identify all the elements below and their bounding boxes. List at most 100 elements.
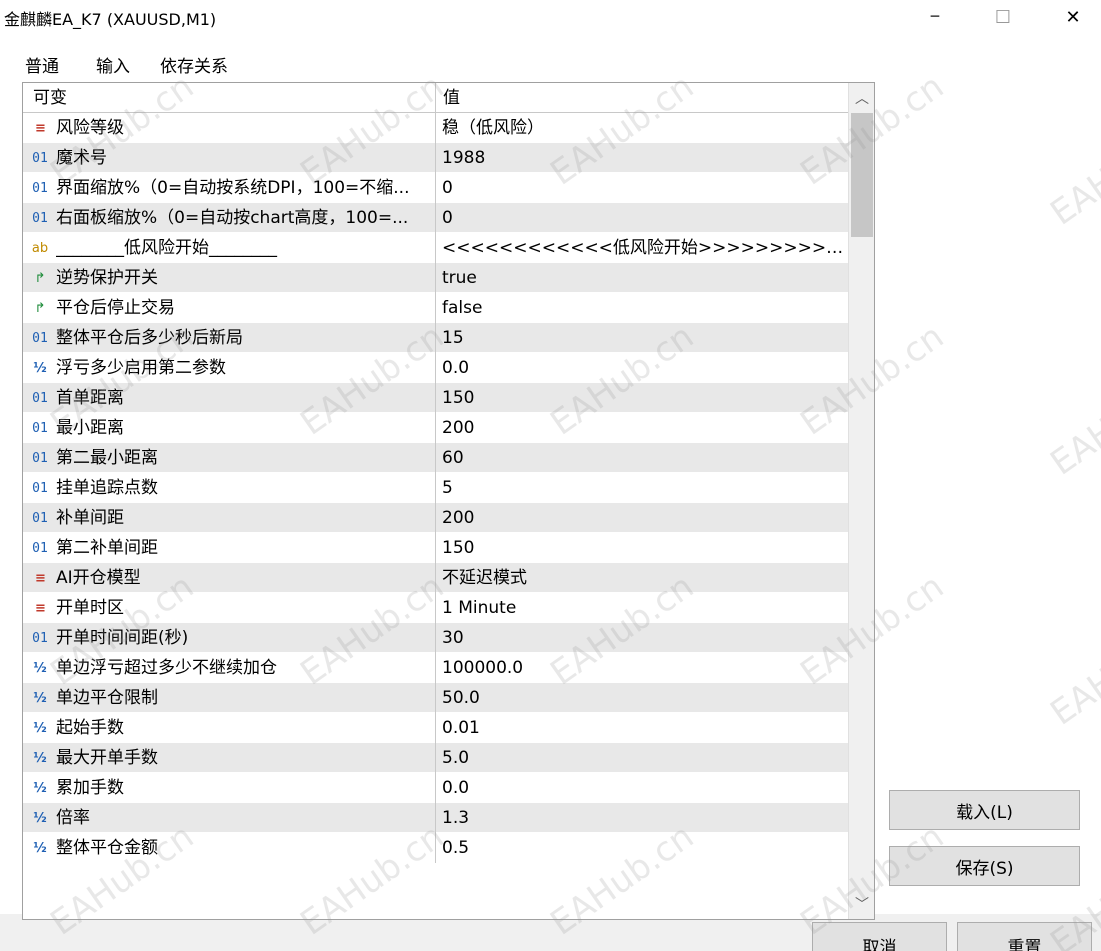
table-row[interactable]: ½ 倍率 1.3 [23,803,848,833]
parameter-value[interactable]: 150 [435,383,848,413]
table-row[interactable]: ≡ AI开仓模型 不延迟模式 [23,563,848,593]
tab-dependencies[interactable]: 依存关系 [160,52,228,77]
parameter-name: 界面缩放%（0=自动按系统DPI，100=不缩... [56,178,410,198]
parameter-name: 首单距离 [56,388,124,408]
tab-general[interactable]: 普通 [25,52,59,77]
parameter-value[interactable]: 0.5 [435,833,848,863]
table-row[interactable]: ≡ 风险等级 稳（低风险） [23,113,848,143]
table-row[interactable]: ↱ 逆势保护开关 true [23,263,848,293]
table-row[interactable]: 01 挂单追踪点数 5 [23,473,848,503]
double-icon: ½ [33,360,47,376]
double-icon: ½ [33,660,47,676]
table-row[interactable]: 01 最小距离 200 [23,413,848,443]
parameter-value[interactable]: 0.0 [435,773,848,803]
enum-icon: ≡ [35,120,46,136]
parameter-value[interactable]: 100000.0 [435,653,848,683]
parameter-name: 最大开单手数 [56,748,158,768]
table-row[interactable]: 01 第二补单间距 150 [23,533,848,563]
parameter-value[interactable]: 稳（低风险） [435,113,848,143]
parameter-value[interactable]: 0 [435,173,848,203]
parameter-value[interactable]: 150 [435,533,848,563]
table-row[interactable]: ½ 浮亏多少启用第二参数 0.0 [23,353,848,383]
maximize-button[interactable]: ☐ [980,0,1026,34]
parameter-value[interactable]: 0.0 [435,353,848,383]
maximize-icon: ☐ [994,6,1012,28]
cancel-button[interactable]: 取消 [812,922,947,951]
table-row[interactable]: ab ________低风险开始________ <<<<<<<<<<<<低风险开始… [23,233,848,263]
parameter-value[interactable]: 0 [435,203,848,233]
table-row[interactable]: 01 开单时间间距(秒) 30 [23,623,848,653]
parameter-name: 魔术号 [56,148,107,168]
scrollbar-thumb[interactable] [851,113,873,237]
boolean-icon: ↱ [34,270,46,286]
integer-icon: 01 [32,420,48,436]
save-button[interactable]: 保存(S) [889,846,1080,886]
double-icon: ½ [33,720,47,736]
column-header-variable[interactable]: 可变 [23,83,435,113]
table-row[interactable]: ½ 单边浮亏超过多少不继续加仓 100000.0 [23,653,848,683]
window-title: 金麒麟EA_K7 (XAUUSD,M1) [4,10,217,29]
minimize-button[interactable]: ─ [912,0,958,34]
parameter-value[interactable]: 5.0 [435,743,848,773]
parameter-value[interactable]: 5 [435,473,848,503]
string-icon: ab [31,240,49,256]
parameter-value[interactable]: 200 [435,503,848,533]
title-bar: 金麒麟EA_K7 (XAUUSD,M1) ─ ☐ ✕ [0,0,1101,34]
dialog-body: 普通 输入 依存关系 可变 值 ≡ 风险等级 稳（低风险） 01 魔术号 1988 01 界面… [0,34,1101,951]
table-row[interactable]: 01 整体平仓后多少秒后新局 15 [23,323,848,353]
integer-icon: 01 [32,510,48,526]
table-row[interactable]: ½ 整体平仓金额 0.5 [23,833,848,863]
parameter-value[interactable]: 1 Minute [435,593,848,623]
parameter-name: 倍率 [56,808,90,828]
parameter-value[interactable]: 1988 [435,143,848,173]
scroll-up-icon[interactable]: ︿ [849,83,874,113]
enum-icon: ≡ [35,570,46,586]
parameter-value[interactable]: <<<<<<<<<<<<低风险开始>>>>>>>>>>>>... [435,233,848,263]
parameter-value[interactable]: false [435,293,848,323]
reset-button[interactable]: 重置 [957,922,1092,951]
table-row[interactable]: 01 界面缩放%（0=自动按系统DPI，100=不缩... 0 [23,173,848,203]
parameter-name: 右面板缩放%（0=自动按chart高度，100=... [56,208,409,228]
parameter-value[interactable]: 200 [435,413,848,443]
parameter-value[interactable]: 15 [435,323,848,353]
parameter-value[interactable]: 0.01 [435,713,848,743]
table-row[interactable]: ½ 起始手数 0.01 [23,713,848,743]
parameter-name: 逆势保护开关 [56,268,158,288]
table-row[interactable]: 01 补单间距 200 [23,503,848,533]
integer-icon: 01 [32,450,48,466]
table-row[interactable]: ↱ 平仓后停止交易 false [23,293,848,323]
scroll-down-icon[interactable]: ﹀ [849,889,874,919]
parameter-value[interactable]: 60 [435,443,848,473]
double-icon: ½ [33,780,47,796]
integer-icon: 01 [32,330,48,346]
parameter-value[interactable]: true [435,263,848,293]
tab-inputs[interactable]: 输入 [96,52,130,77]
load-button[interactable]: 载入(L) [889,790,1080,830]
table-row[interactable]: ½ 累加手数 0.0 [23,773,848,803]
table-row[interactable]: 01 第二最小距离 60 [23,443,848,473]
parameter-value[interactable]: 50.0 [435,683,848,713]
parameter-value[interactable]: 不延迟模式 [435,563,848,593]
table-row[interactable]: ≡ 开单时区 1 Minute [23,593,848,623]
table-row[interactable]: 01 魔术号 1988 [23,143,848,173]
double-icon: ½ [33,840,47,856]
table-row[interactable]: 01 首单距离 150 [23,383,848,413]
parameter-name: 第二补单间距 [56,538,158,558]
minimize-icon: ─ [930,9,940,25]
double-icon: ½ [33,690,47,706]
table-row[interactable]: ½ 最大开单手数 5.0 [23,743,848,773]
parameter-name: 开单时区 [56,598,124,618]
parameter-name: 补单间距 [56,508,124,528]
parameter-name: 单边平仓限制 [56,688,158,708]
close-button[interactable]: ✕ [1050,0,1096,34]
integer-icon: 01 [32,480,48,496]
table-row[interactable]: 01 右面板缩放%（0=自动按chart高度，100=... 0 [23,203,848,233]
table-row[interactable]: ½ 单边平仓限制 50.0 [23,683,848,713]
parameter-name: AI开仓模型 [56,568,141,588]
parameter-value[interactable]: 30 [435,623,848,653]
vertical-scrollbar[interactable]: ︿ ﹀ [848,83,874,919]
integer-icon: 01 [32,150,48,166]
parameter-value[interactable]: 1.3 [435,803,848,833]
parameter-name: 浮亏多少启用第二参数 [56,358,226,378]
column-header-value[interactable]: 值 [435,83,848,113]
